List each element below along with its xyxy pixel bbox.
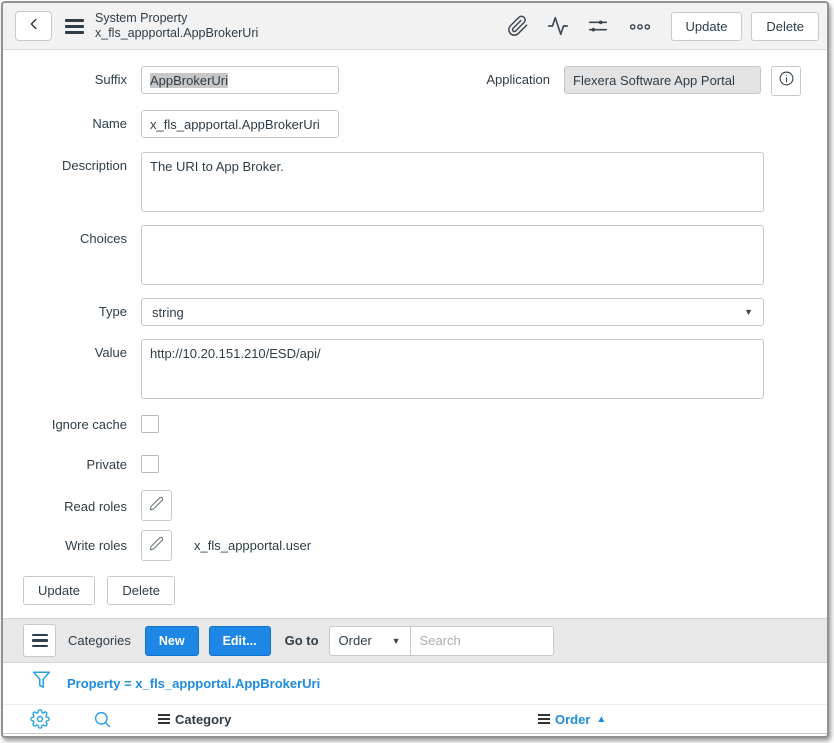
chevron-down-icon: ▼ bbox=[744, 307, 753, 317]
write-roles-label: Write roles bbox=[23, 530, 127, 553]
pencil-icon bbox=[149, 536, 164, 556]
description-label: Description bbox=[23, 152, 127, 173]
value-label: Value bbox=[23, 339, 127, 360]
column-menu-icon[interactable] bbox=[538, 714, 550, 724]
back-button[interactable] bbox=[15, 11, 52, 41]
column-header-order[interactable]: Order ▲ bbox=[538, 712, 606, 727]
ignore-cache-label: Ignore cache bbox=[23, 416, 127, 432]
personalize-form-sliders-icon[interactable] bbox=[587, 15, 609, 37]
choices-textarea[interactable] bbox=[141, 225, 764, 285]
suffix-selected-text: AppBrokerUri bbox=[150, 73, 228, 88]
list-search-input[interactable] bbox=[411, 626, 554, 656]
order-column-label[interactable]: Order bbox=[555, 712, 590, 727]
choices-label: Choices bbox=[23, 225, 127, 246]
read-roles-edit-button[interactable] bbox=[141, 490, 172, 521]
list-search-icon[interactable] bbox=[93, 710, 112, 729]
list-context-menu-button[interactable] bbox=[23, 624, 56, 657]
header-update-button[interactable]: Update bbox=[671, 12, 743, 41]
name-label: Name bbox=[23, 110, 127, 131]
chevron-down-icon: ▼ bbox=[392, 636, 401, 646]
read-roles-label: Read roles bbox=[23, 498, 127, 514]
sort-ascending-icon: ▲ bbox=[596, 714, 606, 725]
pencil-icon bbox=[149, 496, 164, 516]
goto-field-select[interactable]: Order ▼ bbox=[329, 626, 411, 656]
category-column-label[interactable]: Category bbox=[175, 712, 231, 727]
name-input[interactable] bbox=[141, 110, 339, 138]
attachment-paperclip-icon[interactable] bbox=[507, 15, 529, 37]
private-checkbox[interactable] bbox=[141, 455, 159, 473]
footer-delete-button[interactable]: Delete bbox=[107, 576, 175, 605]
application-info-button[interactable] bbox=[771, 66, 801, 96]
related-list-title: Categories bbox=[68, 633, 131, 648]
form-context-menu-icon[interactable] bbox=[65, 19, 84, 34]
filter-breadcrumb-link[interactable]: Property = x_fls_appportal.AppBrokerUri bbox=[67, 676, 320, 691]
type-selected-value: string bbox=[152, 305, 184, 320]
suffix-label: Suffix bbox=[23, 66, 127, 87]
application-label: Application bbox=[339, 66, 550, 87]
list-filter-row: Property = x_fls_appportal.AppBrokerUri bbox=[3, 663, 827, 704]
funnel-filter-icon[interactable] bbox=[31, 669, 52, 698]
type-select[interactable]: string ▼ bbox=[141, 298, 764, 326]
more-options-icon[interactable] bbox=[627, 15, 653, 37]
private-label: Private bbox=[23, 456, 127, 472]
header-delete-button[interactable]: Delete bbox=[751, 12, 819, 41]
categories-list-header: Categories New Edit... Go to Order ▼ bbox=[3, 618, 827, 663]
column-menu-icon[interactable] bbox=[158, 714, 170, 724]
suffix-input[interactable]: AppBrokerUri bbox=[141, 66, 339, 94]
record-title: System Property x_fls_appportal.AppBroke… bbox=[95, 11, 258, 41]
gear-icon[interactable] bbox=[30, 709, 50, 729]
type-label: Type bbox=[23, 298, 127, 319]
form-header: System Property x_fls_appportal.AppBroke… bbox=[3, 3, 827, 50]
column-header-category[interactable]: Category bbox=[158, 712, 231, 727]
form-body: Suffix AppBrokerUri Application Name Des… bbox=[3, 50, 827, 605]
page-title: System Property bbox=[95, 11, 258, 26]
description-textarea[interactable]: The URI to App Broker. bbox=[141, 152, 764, 212]
goto-selected-value: Order bbox=[339, 633, 372, 648]
edit-button[interactable]: Edit... bbox=[209, 626, 271, 656]
system-property-window: System Property x_fls_appportal.AppBroke… bbox=[1, 1, 829, 738]
info-icon bbox=[778, 70, 795, 92]
ignore-cache-checkbox[interactable] bbox=[141, 415, 159, 433]
value-textarea[interactable]: http://10.20.151.210/ESD/api/ bbox=[141, 339, 764, 399]
form-footer: Update Delete bbox=[3, 576, 827, 605]
footer-update-button[interactable]: Update bbox=[23, 576, 95, 605]
activity-stream-icon[interactable] bbox=[547, 15, 569, 37]
application-input bbox=[564, 66, 761, 94]
goto-label: Go to bbox=[285, 633, 319, 648]
back-chevron-icon bbox=[25, 15, 43, 38]
list-column-header-row: Category Order ▲ bbox=[3, 704, 827, 734]
record-subtitle: x_fls_appportal.AppBrokerUri bbox=[95, 26, 258, 41]
new-button[interactable]: New bbox=[145, 626, 199, 656]
write-roles-value: x_fls_appportal.user bbox=[194, 530, 311, 553]
write-roles-edit-button[interactable] bbox=[141, 530, 172, 561]
